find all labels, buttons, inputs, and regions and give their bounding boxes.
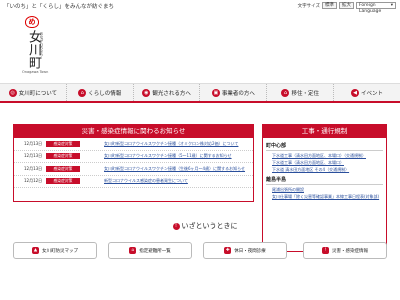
global-nav: ◎ 女川町について ⌂ くらしの情報 ◉ 観光される方へ ▣ 事業者の方へ ⌂ 移住・定住… bbox=[0, 83, 400, 103]
emergency-title: いざというときに bbox=[181, 222, 238, 230]
town-name: 女川町 bbox=[26, 30, 41, 69]
button-label: 指定避難所一覧 bbox=[139, 248, 171, 254]
notice-link[interactable]: 新型コロナウイルス感染症の患者発生について bbox=[104, 178, 188, 184]
works-link[interactable]: 下水道工事（清水田方面地区、本場口）（交通規制） bbox=[263, 151, 386, 158]
accessibility-tools: 文字サイズ 標準 拡大 Foreign Language ▾ bbox=[297, 2, 396, 14]
holiday-clinic-button[interactable]: ✚ 休日・夜間診療 bbox=[203, 242, 287, 259]
works-link[interactable]: 女川仕事場「除く災害等確認事業」本線工事日程表(対象部) bbox=[263, 192, 386, 199]
disaster-map-button[interactable]: ▲ 女川町防災マップ bbox=[13, 242, 97, 259]
notice-row: 12月13日 感染症対策 女川町新型コロナウイルスワクチン接種（5～11歳）に関… bbox=[14, 151, 253, 163]
chevron-down-icon: ▾ bbox=[390, 3, 393, 8]
language-select-value: Foreign Language bbox=[359, 3, 382, 14]
nav-item-label: 女川町について bbox=[18, 90, 58, 97]
notice-row: 12月12日 感染症対策 新型コロナウイルス感染症の患者発生について bbox=[14, 176, 253, 188]
button-label: 休日・夜間診療 bbox=[234, 248, 266, 254]
button-label: 災害・感染症情報 bbox=[332, 248, 368, 254]
notice-date: 12月13日 bbox=[24, 165, 43, 171]
home-icon: ⌂ bbox=[78, 88, 87, 97]
town-icon: ◎ bbox=[8, 88, 17, 97]
category-badge: 感染症対策 bbox=[46, 153, 80, 160]
nav-item-events[interactable]: ◀ イベント bbox=[334, 84, 400, 101]
disaster-notice-panel: 災害・感染症情報に関わるお知らせ 12月13日 感染症対策 女川町新型コロナウイ… bbox=[13, 124, 254, 202]
notice-link[interactable]: 女川町新型コロナウイルスワクチン接種（5～11歳）に関するお知らせ bbox=[104, 153, 232, 159]
nav-item-label: イベント bbox=[361, 90, 384, 97]
megaphone-icon: ◀ bbox=[351, 88, 360, 97]
notice-link[interactable]: 女川町新型コロナウイルスワクチン接種（オミクロン株対応2価）について bbox=[104, 141, 238, 147]
notice-date: 12月13日 bbox=[24, 153, 43, 159]
section-heading: 離島半島 bbox=[266, 177, 287, 183]
enlarge-size-button[interactable]: 拡大 bbox=[339, 2, 354, 9]
text-size-label: 文字サイズ bbox=[297, 3, 320, 9]
notice-date: 12月12日 bbox=[24, 178, 43, 184]
map-icon: ▲ bbox=[32, 247, 39, 254]
disaster-notice-title: 災害・感染症情報に関わるお知らせ bbox=[14, 125, 253, 138]
shelter-icon: ⌂ bbox=[129, 247, 137, 254]
top-bar: 「いのち」と「くらし」をみんなが紡ぐまち 文字サイズ 標準 拡大 Foreign… bbox=[0, 0, 400, 14]
nav-item-relocation[interactable]: ⌂ 移住・定住 bbox=[267, 84, 335, 101]
tagline: 「いのち」と「くらし」をみんなが紡ぐまち bbox=[4, 4, 115, 10]
category-badge: 感染症対策 bbox=[46, 178, 80, 185]
language-select[interactable]: Foreign Language ▾ bbox=[356, 2, 396, 14]
section-heading: 町中心部 bbox=[266, 143, 287, 149]
notice-date: 12月13日 bbox=[24, 140, 43, 146]
nav-item-label: くらしの情報 bbox=[88, 90, 122, 97]
town-name-roman: Onagawa Town bbox=[22, 70, 49, 74]
town-logo[interactable]: め 女川町 おながわちょう Onagawa Town bbox=[12, 16, 52, 76]
nav-item-about[interactable]: ◎ 女川町について bbox=[0, 84, 67, 101]
emergency-heading: ! いざというときに bbox=[120, 221, 290, 231]
works-link[interactable]: 尾浦出張所の開設 bbox=[263, 185, 386, 192]
road-works-title: 工事・通行規制 bbox=[263, 125, 386, 138]
works-link[interactable]: 下水道 清水田方面地区 その4（交通規制） bbox=[263, 165, 386, 172]
notice-link[interactable]: 女川町新型コロナウイルスワクチン接種（生後6ヶ月～4歳）に関するお知らせ bbox=[104, 166, 245, 172]
town-emblem-icon: め bbox=[25, 16, 39, 28]
notice-row: 12月13日 感染症対策 女川町新型コロナウイルスワクチン接種（オミクロン株対応… bbox=[14, 138, 253, 151]
house-icon: ⌂ bbox=[281, 88, 290, 97]
alert-icon: ! bbox=[322, 247, 329, 254]
category-badge: 感染症対策 bbox=[46, 140, 80, 147]
road-works-panel: 工事・通行規制 町中心部 下水道工事（清水田方面地区、本場口）（交通規制） 下水… bbox=[262, 124, 387, 252]
disaster-info-button[interactable]: ! 災害・感染症情報 bbox=[303, 242, 387, 259]
nav-item-business[interactable]: ▣ 事業者の方へ bbox=[200, 84, 268, 101]
alert-icon: ! bbox=[172, 222, 180, 230]
nav-item-living[interactable]: ⌂ くらしの情報 bbox=[67, 84, 134, 101]
works-link[interactable]: 下水道工事（清水田方面地区、本場口） bbox=[263, 158, 386, 165]
clinic-icon: ✚ bbox=[224, 247, 232, 254]
category-badge: 感染症対策 bbox=[46, 165, 80, 172]
button-label: 女川町防災マップ bbox=[42, 248, 78, 254]
town-name-kana: おながわちょう bbox=[40, 32, 44, 57]
shelter-list-button[interactable]: ⌂ 指定避難所一覧 bbox=[108, 242, 192, 259]
nav-item-label: 移住・定住 bbox=[291, 90, 319, 97]
camera-icon: ◉ bbox=[142, 88, 151, 97]
notice-row: 12月13日 感染症対策 女川町新型コロナウイルスワクチン接種（生後6ヶ月～4歳… bbox=[14, 163, 253, 176]
nav-item-label: 事業者の方へ bbox=[221, 90, 255, 97]
nav-item-tourism[interactable]: ◉ 観光される方へ bbox=[134, 84, 201, 101]
briefcase-icon: ▣ bbox=[211, 88, 220, 97]
nav-item-label: 観光される方へ bbox=[152, 90, 191, 97]
standard-size-button[interactable]: 標準 bbox=[322, 2, 337, 9]
